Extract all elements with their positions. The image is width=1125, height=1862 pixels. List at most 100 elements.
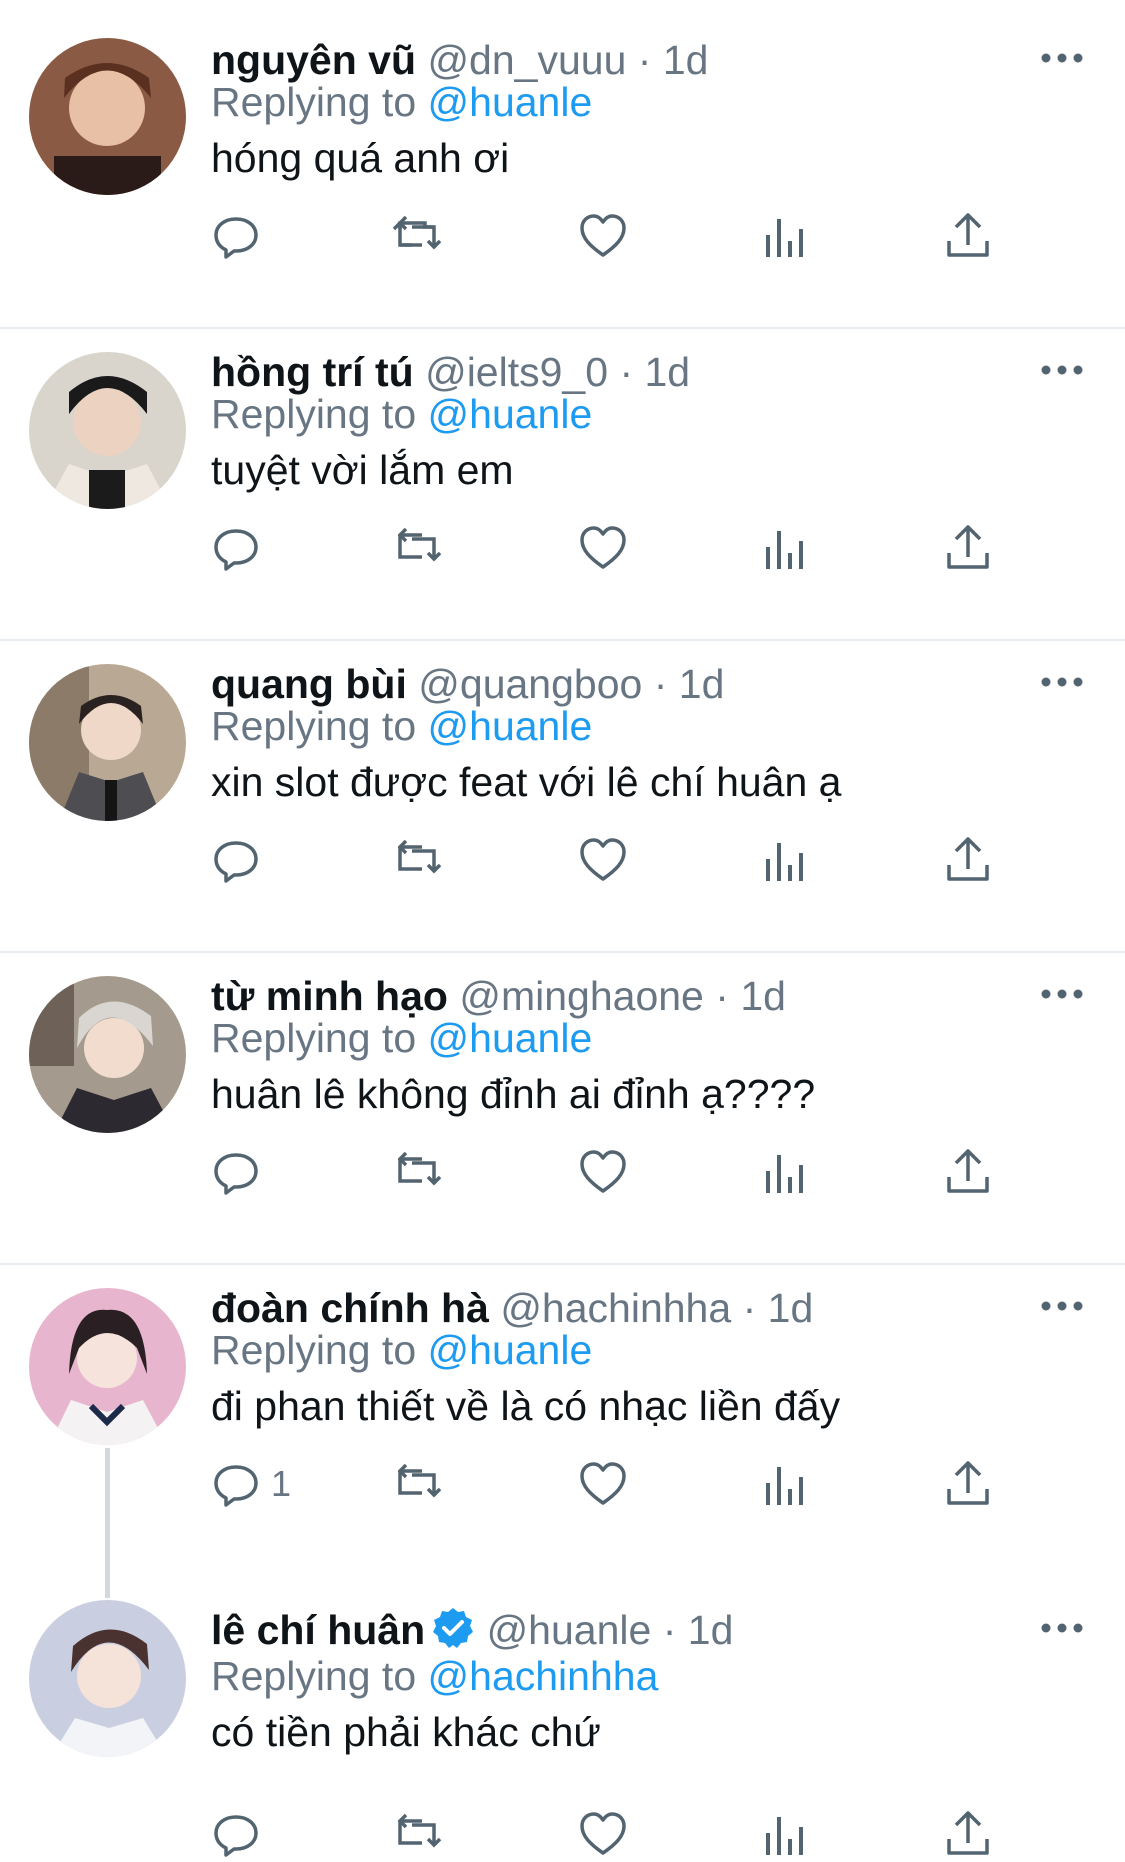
share-button[interactable]: [943, 208, 993, 264]
timestamp[interactable]: 1d: [645, 349, 691, 395]
share-button[interactable]: [943, 1806, 993, 1862]
share-button[interactable]: [943, 520, 993, 576]
retweet-button[interactable]: [392, 1456, 442, 1512]
share-button[interactable]: [943, 1144, 993, 1200]
share-button[interactable]: [943, 832, 993, 888]
retweet-icon: [397, 1151, 442, 1186]
like-button[interactable]: [578, 1144, 628, 1200]
more-icon[interactable]: [1040, 672, 1084, 692]
reply-icon: [214, 1815, 258, 1857]
analytics-icon: [766, 1467, 803, 1505]
share-icon: [947, 837, 989, 881]
tweet[interactable]: hồng trí tú @ielts9_0 · 1d Replying to @…: [0, 342, 1125, 588]
timestamp[interactable]: 1d: [740, 973, 786, 1019]
replying-to: Replying to @huanle: [211, 388, 592, 440]
retweet-icon: [397, 527, 442, 562]
tweet[interactable]: quang bùi @quangboo · 1d Replying to @hu…: [0, 654, 1125, 900]
replying-to-mention[interactable]: @huanle: [428, 391, 593, 437]
separator-dot: ·: [637, 37, 652, 83]
share-icon: [947, 1461, 989, 1505]
replying-to: Replying to @huanle: [211, 1324, 592, 1376]
replying-to-label: Replying to: [211, 1327, 417, 1373]
tweet-actions: [0, 832, 1125, 888]
separator-dot: ·: [742, 1285, 757, 1331]
tweet-text: có tiền phải khác chứ: [211, 1709, 601, 1755]
reply-count: 1: [271, 1463, 292, 1504]
replying-to-mention[interactable]: @huanle: [428, 1015, 593, 1061]
like-button[interactable]: [578, 208, 628, 264]
avatar[interactable]: [29, 352, 186, 509]
tweet[interactable]: lê chí huân @huanle · 1d Replying to @ha…: [0, 1600, 1125, 1862]
analytics-button[interactable]: [760, 520, 810, 576]
separator-dot: ·: [619, 349, 634, 395]
tweet-text: tuyệt vời lắm em: [211, 447, 514, 493]
reply-button[interactable]: [211, 1806, 271, 1862]
more-icon[interactable]: [1040, 984, 1084, 1004]
reply-button[interactable]: 1: [211, 1456, 291, 1512]
more-icon[interactable]: [1040, 48, 1084, 68]
replying-to-mention[interactable]: @huanle: [428, 79, 593, 125]
like-icon: [580, 1812, 626, 1855]
replying-to: Replying to @hachinhha: [211, 1650, 658, 1702]
retweet-icon: [397, 839, 442, 874]
user-handle[interactable]: @huanle: [487, 1607, 652, 1653]
like-icon: [580, 526, 626, 569]
retweet-icon: [392, 215, 442, 250]
timestamp[interactable]: 1d: [679, 661, 725, 707]
retweet-button[interactable]: [392, 520, 442, 576]
avatar[interactable]: [29, 1600, 186, 1757]
divider: [0, 951, 1125, 953]
avatar[interactable]: [29, 38, 186, 195]
replying-to-mention[interactable]: @huanle: [428, 703, 593, 749]
replying-to-mention[interactable]: @hachinhha: [428, 1653, 659, 1699]
avatar[interactable]: [29, 976, 186, 1133]
reply-button[interactable]: [211, 832, 271, 888]
analytics-button[interactable]: [760, 1144, 810, 1200]
analytics-button[interactable]: [760, 832, 810, 888]
reply-button[interactable]: [211, 520, 271, 576]
more-icon[interactable]: [1040, 1296, 1084, 1316]
replying-to: Replying to @huanle: [211, 76, 592, 128]
replying-to-mention[interactable]: @huanle: [428, 1327, 593, 1373]
tweet[interactable]: đoàn chính hà @hachinhha · 1d Replying t…: [0, 1278, 1125, 1538]
analytics-button[interactable]: [760, 1456, 810, 1512]
reply-icon: [214, 841, 258, 883]
tweet[interactable]: từ minh hạo @minghaone · 1d Replying to …: [0, 966, 1125, 1212]
timestamp[interactable]: 1d: [663, 37, 709, 83]
tweet-actions: [0, 1806, 1125, 1862]
separator-dot: ·: [715, 973, 729, 1019]
tweet-actions: 1: [0, 1456, 1125, 1512]
timestamp[interactable]: 1d: [768, 1285, 814, 1331]
analytics-button[interactable]: [760, 208, 810, 264]
share-icon: [947, 525, 989, 569]
share-button[interactable]: [943, 1456, 993, 1512]
retweet-button[interactable]: [392, 1144, 442, 1200]
more-icon[interactable]: [1040, 360, 1084, 380]
reply-button[interactable]: [211, 208, 271, 264]
like-button[interactable]: [578, 1456, 628, 1512]
reply-feed: nguyên vũ @dn_vuuu · 1d Replying to @hua…: [0, 0, 1125, 1862]
tweet-actions: [0, 1144, 1125, 1200]
avatar[interactable]: [29, 664, 186, 821]
replying-to: Replying to @huanle: [211, 1012, 592, 1064]
tweet[interactable]: nguyên vũ @dn_vuuu · 1d Replying to @hua…: [0, 30, 1125, 276]
like-button[interactable]: [578, 520, 628, 576]
avatar[interactable]: [29, 1288, 186, 1445]
timestamp[interactable]: 1d: [688, 1607, 734, 1653]
like-button[interactable]: [578, 832, 628, 888]
display-name[interactable]: lê chí huân: [211, 1607, 425, 1653]
verified-badge-icon: [433, 1608, 474, 1648]
retweet-button[interactable]: [392, 832, 442, 888]
analytics-button[interactable]: [760, 1806, 810, 1862]
retweet-icon: [397, 1813, 442, 1848]
like-button[interactable]: [578, 1806, 628, 1862]
more-icon[interactable]: [1040, 1618, 1084, 1638]
reply-button[interactable]: [211, 1144, 271, 1200]
like-icon: [580, 1150, 626, 1193]
tweet-text: xin slot được feat với lê chí huân ạ: [211, 759, 842, 805]
separator-dot: ·: [662, 1607, 677, 1653]
retweet-button[interactable]: [392, 1806, 442, 1862]
like-icon: [580, 214, 626, 257]
retweet-button[interactable]: [392, 208, 442, 264]
tweet-text: hóng quá anh ơi: [211, 135, 510, 181]
